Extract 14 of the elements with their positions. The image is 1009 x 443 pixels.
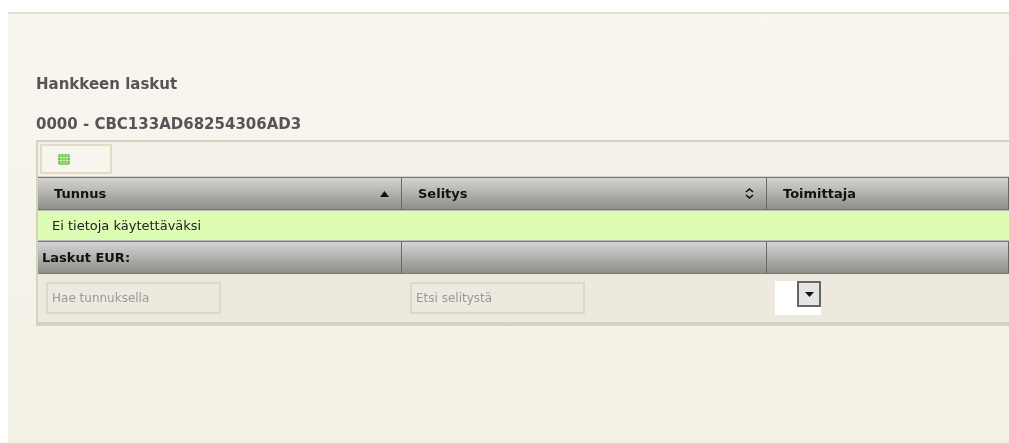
sort-icon (745, 188, 754, 199)
filter-dropdown[interactable] (775, 281, 821, 315)
column-header[interactable]: Toimittaja (767, 178, 1009, 209)
filter-field[interactable]: Etsi selitystä (410, 282, 585, 314)
column-header[interactable]: Tunnus (38, 178, 402, 209)
table-icon (58, 153, 70, 165)
project-code: 0000 - CBC133AD68254306AD3 (36, 114, 303, 134)
page-title: Hankkeen laskut (36, 74, 179, 94)
filter-field[interactable]: Hae tunnuksella (46, 282, 221, 314)
empty-message: Ei tietoja käytettäväksi (38, 210, 1009, 241)
total-label: Laskut EUR: (42, 248, 131, 267)
dropdown-caret-icon (804, 291, 814, 297)
sort-ascending-icon (380, 190, 389, 197)
column-header[interactable]: Selitys (402, 178, 767, 209)
